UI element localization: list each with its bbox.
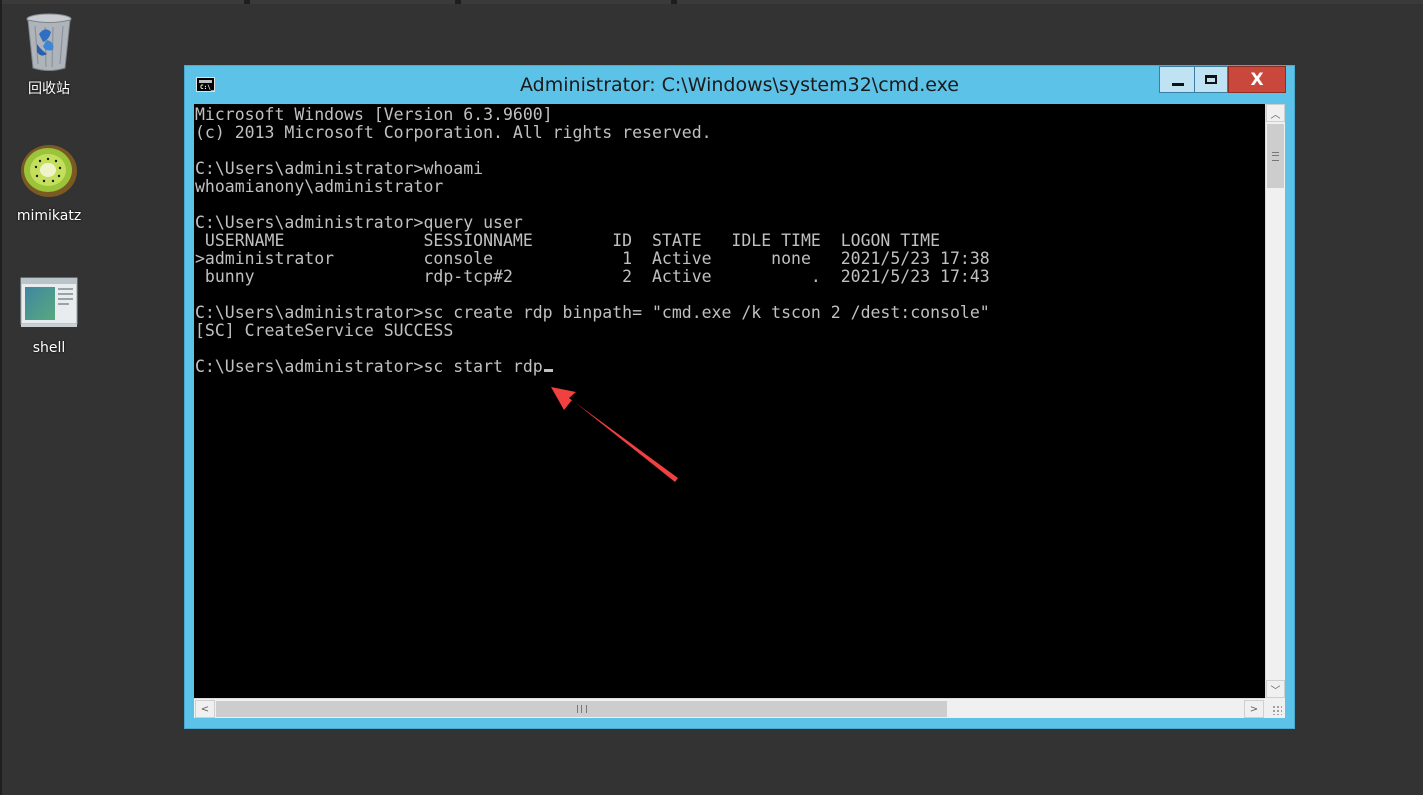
grip-icon — [1272, 151, 1279, 161]
shell-window-icon — [17, 272, 81, 336]
console-line: whoamianony\administrator — [195, 177, 444, 196]
cmd-window[interactable]: C:\_ Administrator: C:\Windows\system32\… — [184, 65, 1295, 729]
taskbar-segment — [0, 0, 244, 4]
horizontal-scroll-thumb[interactable] — [216, 701, 947, 717]
resize-grip[interactable] — [1265, 698, 1285, 718]
console-line: (c) 2013 Microsoft Corporation. All righ… — [195, 123, 712, 142]
console-line: C:\Users\administrator>query user — [195, 213, 523, 232]
close-icon: X — [1250, 69, 1264, 90]
scroll-right-button[interactable]: > — [1244, 700, 1264, 718]
text-cursor — [543, 369, 553, 372]
console-line: C:\Users\administrator>sc start rdp — [195, 357, 543, 376]
console-line: [SC] CreateService SUCCESS — [195, 321, 454, 340]
horizontal-scrollbar[interactable]: < > — [194, 698, 1265, 718]
desktop-icon-mimikatz[interactable]: mimikatz — [4, 140, 94, 224]
desktop-icon-shell[interactable]: shell — [4, 272, 94, 356]
scroll-left-button[interactable]: < — [195, 700, 215, 718]
vertical-scroll-thumb[interactable] — [1267, 124, 1284, 188]
minimize-button[interactable] — [1159, 66, 1195, 93]
taskbar-segment — [677, 0, 1423, 4]
close-button[interactable]: X — [1228, 66, 1286, 93]
taskbar-segment — [461, 0, 671, 4]
console-line: Microsoft Windows [Version 6.3.9600] — [195, 105, 553, 124]
taskbar-strip — [0, 0, 1423, 4]
chevron-left-icon: < — [200, 703, 210, 715]
console-output[interactable]: Microsoft Windows [Version 6.3.9600] (c)… — [194, 104, 1265, 698]
scroll-up-button[interactable]: ︿ — [1266, 104, 1285, 122]
console-text: Microsoft Windows [Version 6.3.9600] (c)… — [194, 104, 1265, 376]
resize-grip-icon — [1272, 705, 1282, 715]
console-line: >administrator console 1 Active none 202… — [195, 249, 990, 268]
grip-icon — [576, 705, 587, 713]
desktop-icon-label: 回收站 — [28, 81, 70, 97]
scroll-down-button[interactable]: ﹀ — [1266, 680, 1285, 698]
taskbar-segment — [250, 0, 455, 4]
console-line: USERNAME SESSIONNAME ID STATE IDLE TIME … — [195, 231, 941, 250]
vertical-scrollbar[interactable]: ︿ ﹀ — [1265, 104, 1285, 698]
kiwi-icon — [17, 140, 81, 204]
minimize-icon — [1171, 83, 1184, 86]
chevron-down-icon: ﹀ — [1270, 685, 1281, 697]
desktop-icon-label: shell — [32, 340, 66, 356]
console-line: C:\Users\administrator>whoami — [195, 159, 484, 178]
chevron-right-icon: > — [1249, 703, 1259, 715]
maximize-button[interactable] — [1194, 66, 1228, 93]
window-title: Administrator: C:\Windows\system32\cmd.e… — [520, 74, 959, 96]
desktop-icon-recycle-bin[interactable]: 回收站 — [4, 10, 94, 98]
title-bar[interactable]: C:\_ Administrator: C:\Windows\system32\… — [185, 66, 1294, 104]
recycle-bin-icon — [17, 10, 81, 74]
console-line: C:\Users\administrator>sc create rdp bin… — [195, 303, 990, 322]
console-line: bunny rdp-tcp#2 2 Active . 2021/5/23 17:… — [195, 267, 990, 286]
maximize-icon — [1205, 75, 1217, 84]
screen-edge — [0, 0, 2, 795]
desktop-icon-label: mimikatz — [16, 208, 82, 224]
chevron-up-icon: ︿ — [1270, 109, 1281, 121]
